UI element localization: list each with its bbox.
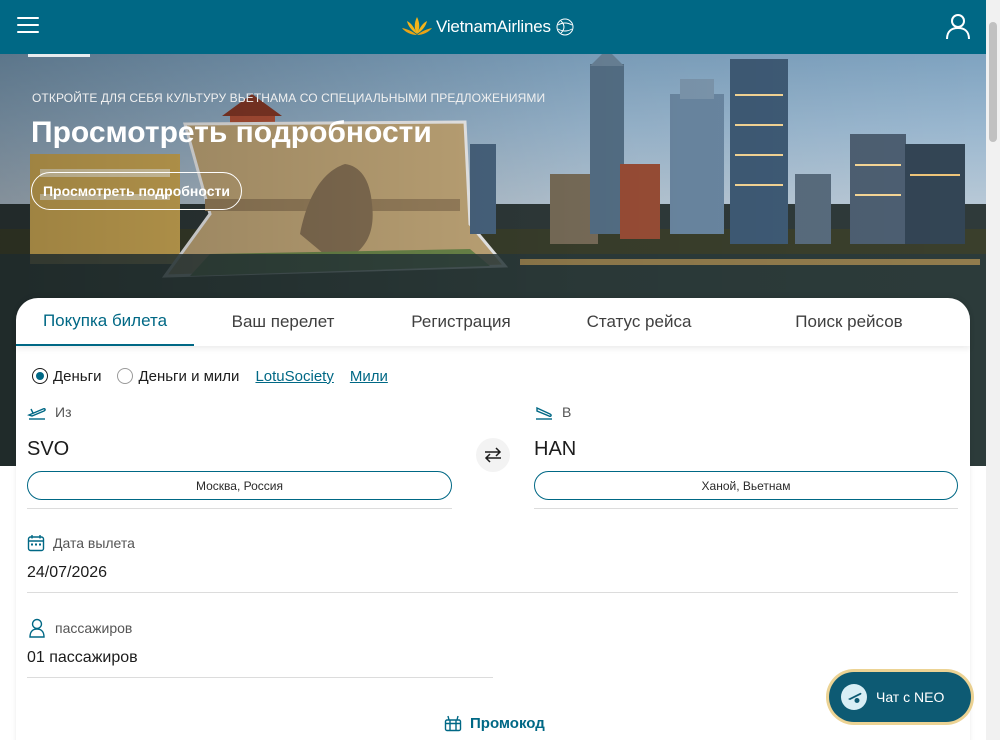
to-label: В [562, 404, 572, 420]
gift-box-icon [444, 715, 462, 732]
departure-date-value[interactable]: 24/07/2026 [27, 564, 107, 582]
brand-name: VietnamAirlines [436, 17, 551, 36]
tab-check-in[interactable]: Регистрация [372, 298, 550, 346]
origin-underline [27, 508, 452, 509]
scrollbar-thumb[interactable] [989, 22, 997, 142]
miles-link[interactable]: Мили [350, 368, 388, 385]
promo-title: Просмотреть подробности [31, 116, 432, 149]
view-details-button[interactable]: Просмотреть подробности [31, 172, 242, 210]
origin-city[interactable]: Москва, Россия [27, 471, 452, 500]
hamburger-menu-icon[interactable] [17, 17, 39, 35]
destination-city[interactable]: Ханой, Вьетнам [534, 471, 958, 500]
top-navigation-bar: VietnamAirlines [0, 0, 986, 54]
origin-code[interactable]: SVO [27, 438, 69, 461]
destination-code[interactable]: HAN [534, 438, 576, 461]
page-scrollbar[interactable] [986, 0, 1000, 740]
booking-tabs: Покупка билета Ваш перелет Регистрация С… [16, 298, 970, 346]
plane-takeoff-icon [27, 408, 46, 420]
tab-your-flight[interactable]: Ваш перелет [194, 298, 372, 346]
neo-avatar-icon [841, 684, 867, 710]
swap-arrows-icon [484, 447, 502, 463]
radio-money[interactable] [32, 368, 48, 384]
person-icon [29, 618, 45, 638]
from-label: Из [55, 404, 72, 420]
radio-money-label[interactable]: Деньги [53, 368, 101, 385]
tab-flight-status[interactable]: Статус рейса [550, 298, 728, 346]
carousel-indicator[interactable] [28, 54, 90, 57]
lotusociety-link[interactable]: LotuSociety [255, 368, 333, 385]
lotus-logo-icon [402, 17, 432, 35]
swap-airports-button[interactable] [476, 438, 510, 472]
departure-date-label-row: Дата вылета [27, 534, 135, 552]
passengers-label: пассажиров [55, 620, 133, 636]
radio-money-and-miles[interactable] [117, 368, 134, 384]
skyteam-globe-icon [556, 18, 574, 36]
passengers-label-row: пассажиров [27, 618, 132, 638]
from-label-row: Из [27, 404, 71, 420]
passengers-underline [27, 677, 493, 678]
plane-landing-icon [536, 406, 552, 420]
calendar-icon [27, 535, 45, 552]
departure-date-label: Дата вылета [53, 535, 135, 551]
user-icon[interactable] [945, 12, 971, 40]
payment-options: Деньги Деньги и мили LotuSociety Мили [32, 367, 404, 385]
promo-kicker: ОТКРОЙТЕ ДЛЯ СЕБЯ КУЛЬТУРУ ВЬЕТНАМА СО С… [32, 91, 546, 105]
passengers-value[interactable]: 01 пассажиров [27, 649, 138, 667]
brand-logo[interactable]: VietnamAirlines [400, 12, 575, 42]
radio-money-and-miles-label[interactable]: Деньги и мили [138, 368, 239, 385]
to-label-row: В [534, 404, 571, 420]
destination-underline [534, 508, 958, 509]
promo-code-link[interactable]: Промокод [444, 714, 545, 732]
tab-buy-ticket[interactable]: Покупка билета [16, 298, 194, 346]
date-underline [27, 592, 958, 593]
tab-flight-search[interactable]: Поиск рейсов [728, 298, 970, 346]
booking-widget: Покупка билета Ваш перелет Регистрация С… [16, 298, 970, 740]
chat-with-neo-button[interactable]: Чат с NEO [829, 672, 971, 722]
chat-label[interactable]: Чат с NEO [876, 689, 944, 705]
promo-code-label[interactable]: Промокод [470, 715, 545, 732]
